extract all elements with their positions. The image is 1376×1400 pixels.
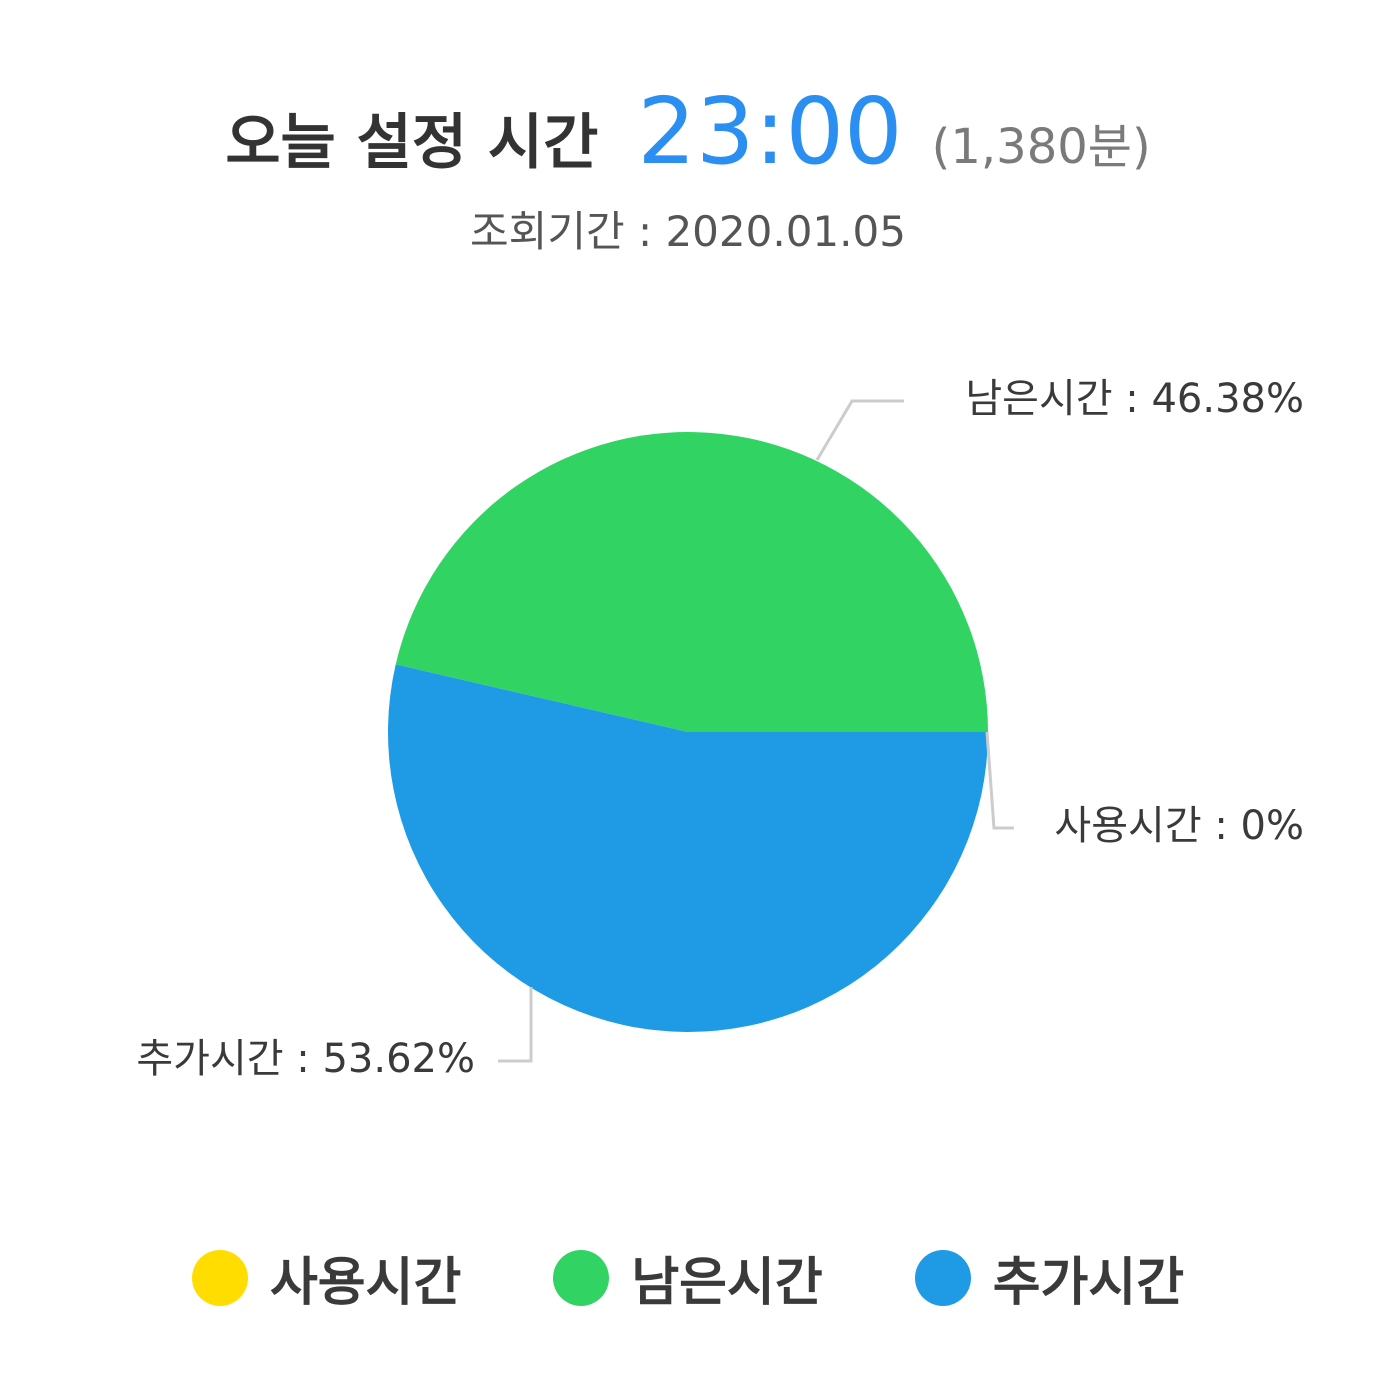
slice-label-extra: 추가시간 : 53.62% <box>136 1036 475 1082</box>
legend-dot-remaining-icon <box>553 1249 610 1306</box>
legend-label-extra: 추가시간 <box>992 1253 1185 1313</box>
leader-line-used <box>985 731 1014 830</box>
pie-slices <box>388 431 989 1032</box>
legend-item-extra[interactable]: 추가시간 <box>914 1240 1185 1315</box>
leader-line-remaining <box>815 399 904 461</box>
legend-item-used[interactable]: 사용시간 <box>191 1240 462 1315</box>
slice-label-used: 사용시간 : 0% <box>1054 803 1304 849</box>
legend-label-remaining: 남은시간 <box>631 1253 823 1313</box>
chart-legend: 사용시간 남은시간 추가시간 <box>0 1240 1376 1315</box>
legend-dot-extra-icon <box>914 1249 971 1306</box>
leader-line-extra <box>498 987 533 1063</box>
legend-label-used: 사용시간 <box>269 1253 462 1313</box>
legend-item-remaining[interactable]: 남은시간 <box>553 1240 823 1315</box>
pie-chart: 사용시간 : 0% 남은시간 : 46.38% 추가시간 : 53.62% <box>136 376 1304 1082</box>
legend-dot-used-icon <box>191 1249 248 1306</box>
slice-label-remaining: 남은시간 : 46.38% <box>965 376 1304 422</box>
